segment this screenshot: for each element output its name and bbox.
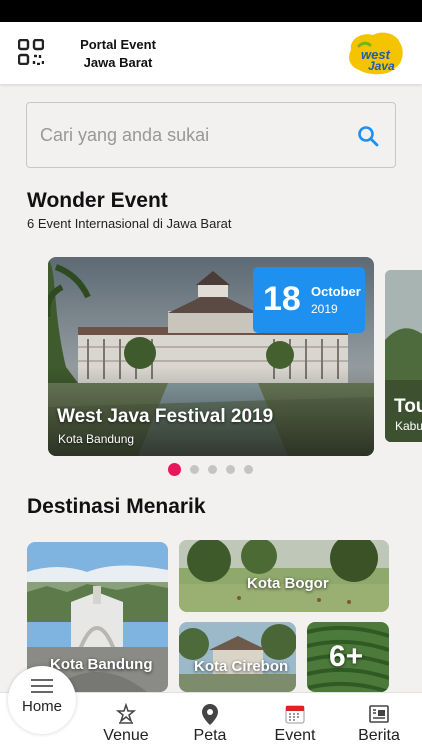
event-date-month: October — [311, 284, 361, 299]
event-card-next-title: Tou — [394, 396, 422, 417]
west-java-logo: west Java — [345, 30, 405, 76]
newspaper-icon — [369, 705, 389, 723]
app-title: Portal Event Jawa Barat — [70, 36, 166, 72]
map-pin-icon — [202, 704, 218, 725]
pagination-dot-active[interactable] — [168, 463, 181, 476]
tab-venue[interactable]: Venue — [91, 693, 161, 750]
event-card-title: West Java Festival 2019 — [57, 406, 274, 427]
event-date-badge: 18 October 2019 — [253, 267, 365, 333]
event-card-location: Kota Bandung — [58, 432, 135, 446]
app-title-line1: Portal Event — [80, 37, 156, 52]
tab-peta-label: Peta — [193, 727, 227, 744]
app-header: Portal Event Jawa Barat west Java — [0, 22, 422, 84]
search-icon[interactable] — [357, 125, 379, 147]
svg-text:Java: Java — [368, 59, 395, 73]
tab-peta[interactable]: Peta — [175, 693, 245, 750]
tab-event-label: Event — [274, 727, 316, 744]
destination-more-count: 6+ — [329, 640, 364, 673]
pagination-dot[interactable] — [208, 465, 217, 474]
calendar-icon — [285, 705, 305, 724]
home-label: Home — [21, 698, 62, 715]
tab-berita-label: Berita — [358, 727, 400, 744]
pagination-dot[interactable] — [244, 465, 253, 474]
tab-berita[interactable]: Berita — [344, 693, 414, 750]
event-date-year: 2019 — [311, 302, 338, 316]
qr-scan-button[interactable] — [17, 38, 45, 66]
pagination-dot[interactable] — [226, 465, 235, 474]
wonder-event-subtitle: 6 Event Internasional di Jawa Barat — [27, 216, 232, 231]
destination-label-cirebon: Kota Cirebon — [194, 658, 289, 675]
event-date-day: 18 — [263, 280, 301, 318]
hamburger-menu-icon — [31, 679, 53, 693]
qr-code-icon — [17, 38, 45, 66]
destinasi-title: Destinasi Menarik — [27, 495, 206, 518]
search-bar[interactable] — [26, 102, 396, 168]
search-input[interactable] — [40, 117, 340, 153]
carousel-pagination — [168, 462, 258, 476]
status-bar — [0, 0, 422, 22]
destination-card-cirebon[interactable] — [179, 622, 296, 692]
pagination-dot[interactable] — [190, 465, 199, 474]
tab-event[interactable]: Event — [260, 693, 330, 750]
tab-venue-label: Venue — [103, 727, 149, 744]
home-button[interactable]: Home — [8, 666, 76, 734]
app-title-line2: Jawa Barat — [83, 55, 153, 70]
stadium-icon — [115, 703, 137, 724]
destination-label-bogor: Kota Bogor — [247, 575, 329, 592]
wonder-event-title: Wonder Event — [27, 189, 168, 212]
destination-image-cirebon — [179, 622, 296, 692]
event-card-next-location: Kabu — [395, 419, 422, 433]
destination-label-bandung: Kota Bandung — [50, 656, 153, 673]
